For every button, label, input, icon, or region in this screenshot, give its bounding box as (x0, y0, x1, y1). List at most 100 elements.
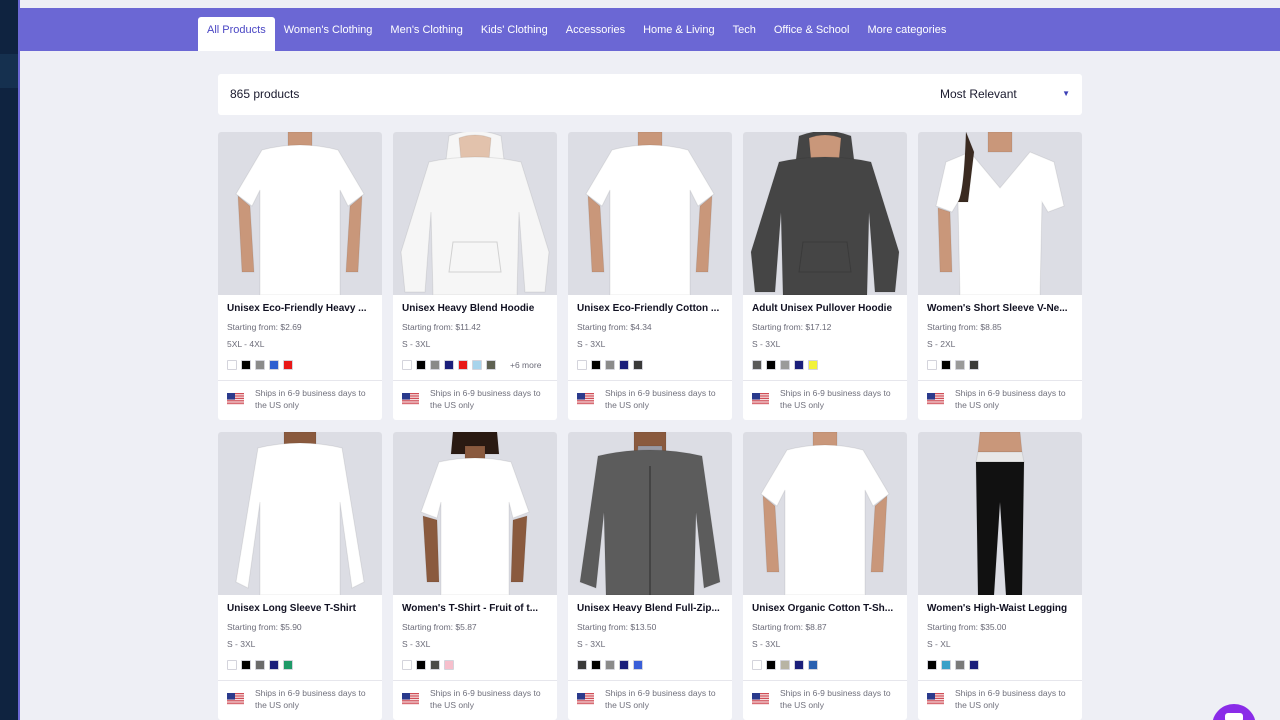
product-card[interactable]: Adult Unisex Pullover Hoodie Starting fro… (743, 132, 907, 420)
color-swatch[interactable] (241, 359, 251, 370)
color-swatch[interactable] (780, 359, 790, 370)
color-swatch[interactable] (752, 659, 762, 670)
color-swatch[interactable] (486, 359, 496, 370)
color-swatch[interactable] (241, 659, 251, 670)
color-swatch[interactable] (227, 659, 237, 670)
color-swatch[interactable] (605, 659, 615, 670)
product-title[interactable]: Unisex Heavy Blend Hoodie (402, 303, 550, 314)
color-swatch[interactable] (633, 659, 643, 670)
more-colors-link[interactable]: +6 more (510, 360, 541, 370)
product-title[interactable]: Women's Short Sleeve V-Ne... (927, 303, 1075, 314)
tab-accessories[interactable]: Accessories (557, 17, 634, 51)
product-price: Starting from: $4.34 (577, 322, 652, 332)
color-swatch[interactable] (227, 359, 237, 370)
product-card[interactable]: Unisex Heavy Blend Full-Zip... Starting f… (568, 432, 732, 720)
tab-men-s-clothing[interactable]: Men's Clothing (381, 17, 471, 51)
color-swatch[interactable] (444, 359, 454, 370)
product-sizes: S - 3XL (577, 639, 606, 649)
color-swatch[interactable] (794, 659, 804, 670)
color-swatch[interactable] (794, 359, 804, 370)
product-card[interactable]: Unisex Organic Cotton T-Sh... Starting fr… (743, 432, 907, 720)
color-swatch[interactable] (269, 359, 279, 370)
product-card[interactable]: Unisex Long Sleeve T-Shirt Starting from:… (218, 432, 382, 720)
product-image[interactable] (393, 132, 557, 295)
product-title[interactable]: Unisex Long Sleeve T-Shirt (227, 603, 375, 614)
product-card[interactable]: Women's T-Shirt - Fruit of t... Starting … (393, 432, 557, 720)
color-swatch[interactable] (458, 359, 468, 370)
product-card[interactable]: Women's High-Waist Legging Starting from:… (918, 432, 1082, 720)
color-swatch[interactable] (780, 659, 790, 670)
color-swatch[interactable] (766, 659, 776, 670)
color-swatch[interactable] (402, 359, 412, 370)
product-price: Starting from: $11.42 (402, 322, 481, 332)
product-title[interactable]: Unisex Organic Cotton T-Sh... (752, 603, 900, 614)
tab-kids-clothing[interactable]: Kids' Clothing (472, 17, 557, 51)
product-image[interactable] (743, 132, 907, 295)
product-title[interactable]: Unisex Eco-Friendly Heavy ... (227, 303, 375, 314)
sort-dropdown[interactable]: Most Relevant ▼ (940, 87, 1070, 101)
color-swatch[interactable] (591, 359, 601, 370)
chat-button[interactable] (1212, 704, 1256, 720)
product-card[interactable]: Unisex Heavy Blend Hoodie Starting from: … (393, 132, 557, 420)
color-swatch[interactable] (255, 359, 265, 370)
product-title[interactable]: Women's High-Waist Legging (927, 603, 1075, 614)
product-image[interactable] (218, 132, 382, 295)
product-title[interactable]: Women's T-Shirt - Fruit of t... (402, 603, 550, 614)
color-swatch[interactable] (430, 359, 440, 370)
color-swatch[interactable] (430, 659, 440, 670)
color-swatch[interactable] (619, 659, 629, 670)
color-swatch[interactable] (808, 659, 818, 670)
product-title[interactable]: Unisex Heavy Blend Full-Zip... (577, 603, 725, 614)
product-image[interactable] (918, 132, 1082, 295)
tab-home-living[interactable]: Home & Living (634, 17, 724, 51)
color-swatch[interactable] (955, 659, 965, 670)
tab-women-s-clothing[interactable]: Women's Clothing (275, 17, 382, 51)
color-swatch[interactable] (269, 659, 279, 670)
color-swatch[interactable] (927, 359, 937, 370)
tab-office-school[interactable]: Office & School (765, 17, 859, 51)
color-swatch[interactable] (605, 359, 615, 370)
product-title[interactable]: Adult Unisex Pullover Hoodie (752, 303, 900, 314)
color-swatch[interactable] (416, 659, 426, 670)
product-price: Starting from: $8.87 (752, 622, 827, 632)
color-swatch[interactable] (941, 359, 951, 370)
color-swatch[interactable] (402, 659, 412, 670)
color-swatch[interactable] (941, 659, 951, 670)
color-swatch[interactable] (416, 359, 426, 370)
product-image[interactable] (743, 432, 907, 595)
color-swatch[interactable] (633, 359, 643, 370)
color-swatch[interactable] (969, 359, 979, 370)
color-swatch[interactable] (955, 359, 965, 370)
tab-all-products[interactable]: All Products (198, 17, 275, 51)
tab-tech[interactable]: Tech (724, 17, 765, 51)
color-swatch[interactable] (969, 659, 979, 670)
left-sidebar-active-item[interactable] (0, 54, 18, 88)
product-image[interactable] (568, 432, 732, 595)
color-swatch[interactable] (255, 659, 265, 670)
color-swatch[interactable] (283, 659, 293, 670)
product-title[interactable]: Unisex Eco-Friendly Cotton ... (577, 303, 725, 314)
product-image[interactable] (218, 432, 382, 595)
color-swatch[interactable] (444, 659, 454, 670)
color-swatch[interactable] (577, 659, 587, 670)
color-swatch[interactable] (752, 359, 762, 370)
color-swatch[interactable] (283, 359, 293, 370)
shipping-info: Ships in 6-9 business days to the US onl… (605, 388, 716, 410)
color-swatch[interactable] (808, 359, 818, 370)
product-image[interactable] (918, 432, 1082, 595)
product-card[interactable]: Women's Short Sleeve V-Ne... Starting fro… (918, 132, 1082, 420)
product-price: Starting from: $17.12 (752, 322, 832, 332)
color-swatch[interactable] (766, 359, 776, 370)
color-swatch[interactable] (472, 359, 482, 370)
color-swatch[interactable] (577, 359, 587, 370)
product-image[interactable] (568, 132, 732, 295)
product-card[interactable]: Unisex Eco-Friendly Heavy ... Starting fr… (218, 132, 382, 420)
us-flag-icon (927, 392, 944, 405)
product-image[interactable] (393, 432, 557, 595)
color-swatch[interactable] (927, 659, 937, 670)
color-swatch[interactable] (591, 659, 601, 670)
color-swatch[interactable] (619, 359, 629, 370)
product-card[interactable]: Unisex Eco-Friendly Cotton ... Starting f… (568, 132, 732, 420)
tab-more-categories[interactable]: More categories (858, 17, 955, 51)
product-sizes: S - 3XL (752, 339, 781, 349)
